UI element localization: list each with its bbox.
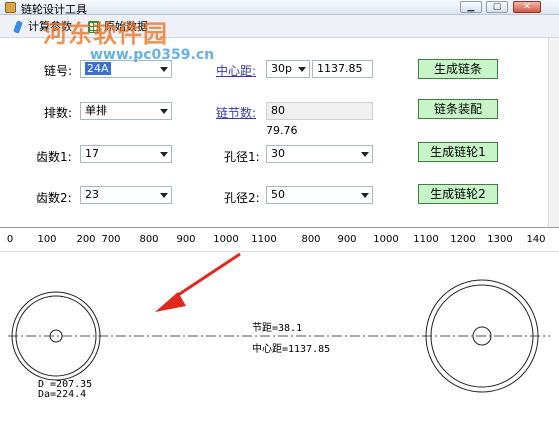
ruler-tick-label: 140: [526, 234, 546, 245]
center-distance-input[interactable]: 1137.85: [312, 60, 373, 78]
horizontal-ruler: 0 100 200 700 800 900 1000 1100 800 900 1000 1100 12…: [0, 227, 559, 251]
generate-sprocket2-button[interactable]: 生成链轮2: [418, 184, 498, 204]
drawing-canvas[interactable]: 节距=38.1 中心距=1137.85 D =207.35 Da=224.4: [0, 251, 559, 448]
teeth1-label: 齿数1:: [36, 150, 72, 164]
title-bar: 链轮设计工具 ▁ ▢ ✕: [0, 0, 559, 16]
teeth2-label: 齿数2:: [36, 191, 72, 205]
links-calc-value: 79.76: [266, 124, 298, 137]
annotation-arrow-shaft: [171, 252, 241, 301]
rows-label: 排数:: [44, 106, 73, 120]
generate-sprocket1-button[interactable]: 生成链轮1: [418, 142, 498, 162]
generate-chain-button[interactable]: 生成链条: [418, 59, 498, 79]
annotation-arrow-head: [155, 292, 186, 312]
close-button[interactable]: ✕: [513, 1, 541, 13]
rows-select[interactable]: 单排: [80, 102, 172, 120]
ruler-tick-label: 1000: [373, 234, 399, 245]
app-icon: [5, 2, 16, 13]
ruler-tick-label: 0: [6, 234, 14, 245]
ruler-tick-label: 1100: [251, 234, 277, 245]
ruler-tick-label: 800: [301, 234, 321, 245]
chevron-down-icon: [361, 193, 369, 198]
bore1-value: 30: [271, 147, 285, 160]
ruler-tick-label: 1000: [213, 234, 239, 245]
ruler-tick-label: 700: [101, 234, 121, 245]
watermark-url: www.pc0359.cn: [90, 47, 215, 63]
pitch-text: 节距=38.1: [252, 323, 303, 334]
minimize-button[interactable]: ▁: [460, 1, 482, 13]
ruler-tick-label: 1300: [487, 234, 513, 245]
chain-no-label: 链号:: [44, 64, 73, 78]
chain-assembly-button[interactable]: 链条装配: [418, 99, 498, 119]
watermark-brand: 河东软件园: [43, 20, 168, 48]
ruler-tick-label: 200: [76, 234, 96, 245]
chevron-down-icon: [298, 67, 306, 72]
chevron-down-icon: [160, 109, 168, 114]
form-scrollbar[interactable]: [548, 38, 559, 227]
chevron-down-icon: [160, 152, 168, 157]
rows-value: 单排: [85, 104, 107, 117]
teeth2-select[interactable]: 23: [80, 186, 172, 204]
bore2-value: 50: [271, 188, 285, 201]
bore1-select[interactable]: 30: [266, 145, 373, 163]
teeth1-select[interactable]: 17: [80, 145, 172, 163]
links-label[interactable]: 链节数:: [216, 104, 256, 121]
teeth2-value: 23: [85, 188, 99, 201]
chain-no-value: 24A: [85, 62, 111, 75]
ruler-tick-label: 1200: [450, 234, 476, 245]
ruler-tick-label: 1100: [413, 234, 439, 245]
center-unit-value: 30p: [271, 62, 292, 75]
center-unit-select[interactable]: 30p: [266, 60, 310, 78]
bore1-label: 孔径1:: [224, 150, 260, 164]
chevron-down-icon: [160, 67, 168, 72]
outer-diameter-text: Da=224.4: [38, 389, 87, 400]
center-distance-text: 中心距=1137.85: [252, 344, 331, 355]
parameter-form: 链号: 24A 排数: 单排 齿数1: 17 齿数2: 23 中心距: 30p …: [0, 38, 559, 227]
center-distance-label[interactable]: 中心距:: [216, 62, 256, 79]
maximize-button[interactable]: ▢: [486, 1, 508, 13]
bore2-label: 孔径2:: [224, 191, 260, 205]
chevron-down-icon: [361, 152, 369, 157]
bore2-select[interactable]: 50: [266, 186, 373, 204]
links-field: 80: [266, 102, 373, 120]
ruler-tick-label: 800: [139, 234, 159, 245]
pencil-icon: [13, 20, 23, 34]
chevron-down-icon: [160, 193, 168, 198]
ruler-tick-label: 900: [337, 234, 357, 245]
ruler-tick-label: 100: [37, 234, 57, 245]
teeth1-value: 17: [85, 147, 99, 160]
ruler-tick-label: 900: [176, 234, 196, 245]
